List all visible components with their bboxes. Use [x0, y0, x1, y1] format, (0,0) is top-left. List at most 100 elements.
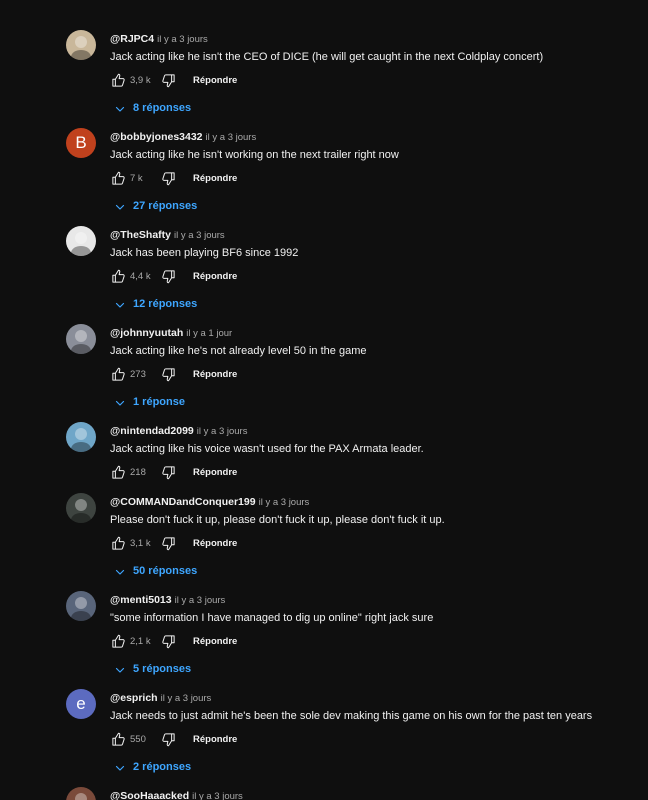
like-button[interactable] [110, 731, 126, 747]
dislike-button[interactable] [160, 633, 176, 649]
comment-body: @RJPC4 il y a 3 jours Jack acting like he … [110, 30, 636, 116]
comment-author[interactable]: @bobbyjones3432 [110, 131, 203, 143]
comment-author[interactable]: @RJPC4 [110, 33, 154, 45]
comment-header: @TheShafty il y a 3 jours [110, 226, 636, 242]
chevron-down-icon [114, 663, 126, 675]
like-count: 218 [130, 466, 146, 478]
avatar[interactable] [66, 226, 96, 256]
comment-header: @menti5013 il y a 3 jours [110, 591, 636, 607]
thumbs-down-icon [161, 536, 175, 550]
comment-timestamp[interactable]: il y a 3 jours [161, 693, 212, 704]
comment-timestamp[interactable]: il y a 3 jours [157, 34, 208, 45]
view-replies-button[interactable]: 5 réponses [110, 661, 191, 677]
reply-button[interactable]: Répondre [193, 467, 237, 478]
comment-text: Jack acting like he isn't working on the… [110, 149, 399, 161]
comment-body: @TheShafty il y a 3 jours Jack has been pl… [110, 226, 636, 312]
view-replies-button[interactable]: 1 réponse [110, 394, 185, 410]
thumbs-up-icon [111, 732, 125, 746]
avatar[interactable] [66, 422, 96, 452]
like-button[interactable] [110, 170, 126, 186]
replies-count-label: 1 réponse [133, 396, 185, 408]
dislike-button[interactable] [160, 464, 176, 480]
avatar[interactable]: e [66, 689, 96, 719]
avatar-letter: e [76, 694, 86, 713]
like-count: 2,1 k [130, 635, 151, 647]
like-button[interactable] [110, 268, 126, 284]
avatar[interactable] [66, 30, 96, 60]
comment-author[interactable]: @SooHaaacked [110, 790, 189, 800]
avatar[interactable]: B [66, 128, 96, 158]
chevron-down-icon [114, 396, 126, 408]
comment-timestamp[interactable]: il y a 3 jours [259, 497, 310, 508]
chevron-down-icon [114, 200, 126, 212]
comment-author[interactable]: @nintendad2099 [110, 425, 194, 437]
avatar-letter: B [75, 133, 87, 152]
comment-header: @esprich il y a 3 jours [110, 689, 636, 705]
dislike-button[interactable] [160, 366, 176, 382]
comment-text: Jack acting like he isn't the CEO of DIC… [110, 51, 544, 63]
like-button[interactable] [110, 535, 126, 551]
comment-header: @nintendad2099 il y a 3 jours [110, 422, 636, 438]
view-replies-button[interactable]: 8 réponses [110, 100, 191, 116]
replies-count-label: 8 réponses [133, 102, 192, 114]
thumbs-down-icon [161, 634, 175, 648]
thumbs-up-icon [111, 269, 125, 283]
dislike-button[interactable] [160, 731, 176, 747]
avatar[interactable] [66, 787, 96, 800]
comment-timestamp[interactable]: il y a 3 jours [192, 791, 243, 800]
comment-author[interactable]: @johnnyuutah [110, 327, 183, 339]
comment-timestamp[interactable]: il y a 3 jours [206, 132, 257, 143]
dislike-button[interactable] [160, 170, 176, 186]
dislike-button[interactable] [160, 268, 176, 284]
dislike-button[interactable] [160, 535, 176, 551]
comment-timestamp[interactable]: il y a 3 jours [174, 230, 225, 241]
reply-button[interactable]: Répondre [193, 75, 237, 86]
like-count: 4,4 k [130, 270, 151, 282]
comment-header: @bobbyjones3432 il y a 3 jours [110, 128, 636, 144]
comment-header: @johnnyuutah il y a 1 jour [110, 324, 636, 340]
like-count: 273 [130, 368, 146, 380]
comment-text: Jack needs to just admit he's been the s… [110, 710, 593, 722]
comment-body: @esprich il y a 3 jours Jack needs to just… [110, 689, 636, 775]
like-button[interactable] [110, 633, 126, 649]
thumbs-down-icon [161, 73, 175, 87]
comment-text: "some information I have managed to dig … [110, 612, 434, 624]
reply-button[interactable]: Répondre [193, 734, 237, 745]
view-replies-button[interactable]: 50 réponses [110, 563, 197, 579]
comment-author[interactable]: @TheShafty [110, 229, 171, 241]
thumbs-up-icon [111, 367, 125, 381]
like-button[interactable] [110, 72, 126, 88]
replies-count-label: 27 réponses [133, 200, 198, 212]
comment-timestamp[interactable]: il y a 3 jours [175, 595, 226, 606]
thumbs-down-icon [161, 732, 175, 746]
reply-button[interactable]: Répondre [193, 538, 237, 549]
comment-author[interactable]: @esprich [110, 692, 158, 704]
view-replies-button[interactable]: 27 réponses [110, 198, 197, 214]
view-replies-button[interactable]: 12 réponses [110, 296, 197, 312]
comment-text: Please don't fuck it up, please don't fu… [110, 514, 445, 526]
avatar[interactable] [66, 493, 96, 523]
like-button[interactable] [110, 464, 126, 480]
comment-author[interactable]: @menti5013 [110, 594, 172, 606]
comment-author[interactable]: @COMMANDandConquer199 [110, 496, 256, 508]
comment-timestamp[interactable]: il y a 3 jours [197, 426, 248, 437]
comment-timestamp[interactable]: il y a 1 jour [186, 328, 232, 339]
comment-actions: 3,9 k Répondre [110, 72, 636, 88]
reply-button[interactable]: Répondre [193, 369, 237, 380]
comment-actions: 2,1 k Répondre [110, 633, 636, 649]
avatar[interactable] [66, 591, 96, 621]
like-count: 3,1 k [130, 537, 151, 549]
reply-button[interactable]: Répondre [193, 271, 237, 282]
dislike-button[interactable] [160, 72, 176, 88]
thumbs-down-icon [161, 171, 175, 185]
like-count: 3,9 k [130, 74, 151, 86]
thumbs-up-icon [111, 73, 125, 87]
reply-button[interactable]: Répondre [193, 636, 237, 647]
reply-button[interactable]: Répondre [193, 173, 237, 184]
avatar[interactable] [66, 324, 96, 354]
comment-header: @RJPC4 il y a 3 jours [110, 30, 636, 46]
comment-actions: 273 Répondre [110, 366, 636, 382]
like-button[interactable] [110, 366, 126, 382]
chevron-down-icon [114, 565, 126, 577]
view-replies-button[interactable]: 2 réponses [110, 759, 191, 775]
